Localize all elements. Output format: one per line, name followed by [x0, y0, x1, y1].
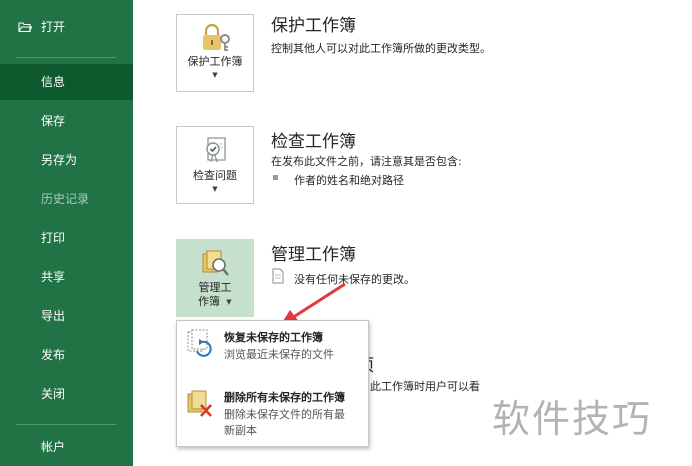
sidebar-item-label: 打印 — [41, 231, 66, 245]
sidebar-item-info[interactable]: 信息 — [0, 64, 133, 100]
sidebar-item-print[interactable]: 打印 — [0, 220, 133, 256]
sidebar-divider — [16, 57, 116, 58]
inspect-workbook-label: 检查问题 — [193, 169, 237, 182]
inspect-workbook-button[interactable]: 检查问题 ▼ — [176, 126, 254, 204]
manage-workbook-dropdown: 恢复未保存的工作簿 浏览最近未保存的文件 删除所有未保存的工作簿 删除未保存文件… — [176, 320, 369, 447]
sidebar-item-save-as[interactable]: 另存为 — [0, 142, 133, 178]
inspect-document-icon — [206, 137, 226, 163]
chevron-down-icon: ▼ — [212, 71, 218, 79]
protect-workbook-button[interactable]: 保护工作簿 ▼ — [176, 14, 254, 92]
manage-title: 管理工作簿 — [271, 245, 356, 265]
sidebar-item-label: 历史记录 — [41, 192, 90, 206]
sidebar-item-save[interactable]: 保存 — [0, 103, 133, 139]
protect-workbook-label: 保护工作簿 — [187, 55, 243, 68]
delete-description: 删除未保存文件的所有最新副本 — [224, 408, 345, 437]
delete-files-icon — [187, 390, 212, 417]
sidebar-item-share[interactable]: 共享 — [0, 259, 133, 295]
sidebar-item-label: 帐户 — [41, 440, 66, 454]
watermark-text: 软件技巧 — [492, 397, 653, 441]
chevron-down-icon: ▼ — [212, 185, 218, 193]
browser-options-desc-fragment: 此工作簿时用户可以看 — [370, 380, 480, 393]
delete-title: 删除所有未保存的工作簿 — [224, 391, 345, 404]
sidebar-item-label: 另存为 — [41, 153, 78, 167]
sidebar-item-publish[interactable]: 发布 — [0, 337, 133, 373]
protect-description: 控制其他人可以对此工作簿所做的更改类型。 — [271, 42, 491, 55]
manage-workbook-label-line1: 管理工 — [198, 281, 232, 294]
recover-title: 恢复未保存的工作簿 — [224, 331, 323, 344]
inspect-bullet-text: 作者的姓名和绝对路径 — [294, 174, 404, 187]
sidebar-item-label: 打开 — [41, 20, 66, 34]
sidebar-item-history[interactable]: 历史记录 — [0, 181, 133, 217]
manage-workbook-button[interactable]: 管理工 作簿 ▼ — [176, 239, 254, 317]
sidebar-item-label: 发布 — [41, 348, 66, 362]
sidebar-item-account[interactable]: 帐户 — [0, 429, 133, 465]
sidebar-divider — [16, 424, 116, 425]
sidebar-item-label: 共享 — [41, 270, 66, 284]
lock-key-icon — [203, 23, 230, 51]
recover-description: 浏览最近未保存的文件 — [224, 348, 334, 361]
bullet-icon — [273, 175, 278, 180]
sidebar-item-label: 信息 — [41, 75, 66, 89]
sidebar-item-label: 保存 — [41, 114, 66, 128]
sidebar-item-open[interactable]: 打开 — [0, 9, 133, 45]
backstage-sidebar: 打开 信息 保存 另存为 历史记录 打印 共享 导出 发布 关闭 帐户 — [0, 0, 133, 466]
recover-unsaved-workbooks-item[interactable]: 恢复未保存的工作簿 浏览最近未保存的文件 — [177, 321, 368, 379]
recover-file-icon — [187, 329, 212, 357]
sidebar-item-label: 关闭 — [41, 387, 66, 401]
delete-unsaved-workbooks-item[interactable]: 删除所有未保存的工作簿 删除未保存文件的所有最新副本 — [177, 381, 368, 447]
inspect-description: 在发布此文件之前，请注意其是否包含: — [271, 155, 462, 168]
sidebar-item-export[interactable]: 导出 — [0, 298, 133, 334]
inspect-title: 检查工作簿 — [271, 132, 356, 152]
manage-workbook-icon — [202, 250, 229, 276]
protect-title: 保护工作簿 — [271, 16, 356, 36]
sidebar-item-close[interactable]: 关闭 — [0, 376, 133, 412]
sidebar-item-label: 导出 — [41, 309, 66, 323]
chevron-down-icon: ▼ — [226, 298, 232, 306]
